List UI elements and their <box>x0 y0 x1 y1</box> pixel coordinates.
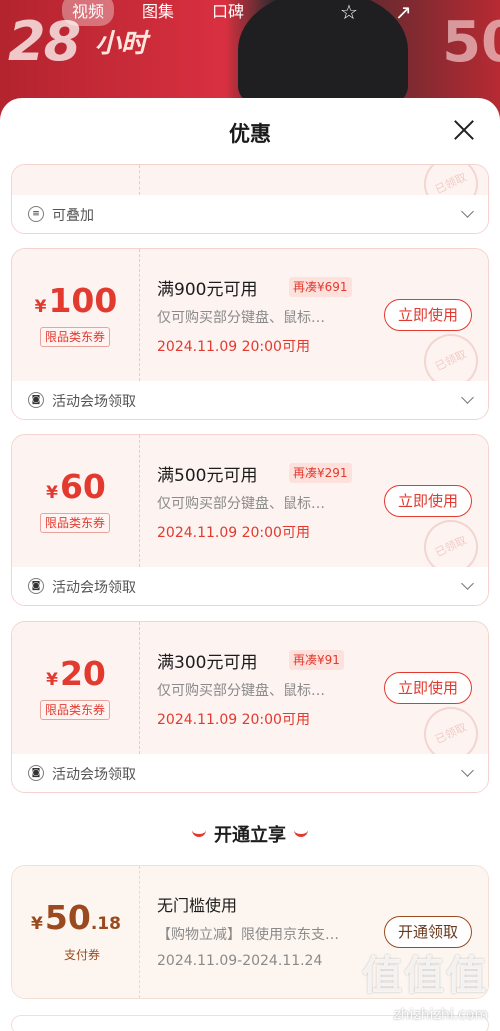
coupon-sheet: 优惠 已领取 ≡ 可叠加 ¥100 限品类东券 满900元可用 再凑¥691 仅… <box>0 98 500 1031</box>
coupon-date: 2024.11.09 20:00可用 <box>157 712 310 728</box>
smile-icon <box>192 829 206 837</box>
tab-gallery[interactable]: 图集 <box>132 0 184 26</box>
coupon-left: ¥60 限品类东券 <box>12 435 140 567</box>
tab-reviews[interactable]: 口碑 <box>202 0 254 26</box>
coupon-type-tag: 限品类东券 <box>40 327 111 347</box>
coupon-card: ¥100 限品类东券 满900元可用 再凑¥691 仅可购买部分键盘、鼠标… 2… <box>11 248 489 420</box>
coupon-condition: 无门槛使用 <box>157 896 238 915</box>
coupon-date: 2024.11.09-2024.11.24 <box>157 953 323 969</box>
coupon-footer[interactable]: ≡ 可叠加 <box>12 195 488 233</box>
coupon-footer[interactable]: ◙ 活动会场领取 <box>12 381 488 419</box>
coupon-left <box>12 165 140 195</box>
footer-text: 活动会场领取 <box>52 394 136 410</box>
section-title: 开通立享 <box>214 825 286 846</box>
promo-right-number: 50 <box>442 10 500 75</box>
stack-icon: ≡ <box>28 206 44 222</box>
venue-icon: ◙ <box>28 578 44 594</box>
coupon-description: 【购物立减】限使用京东支… <box>157 927 339 943</box>
coupon-condition: 满900元可用 <box>157 280 258 300</box>
coupon-condition: 满300元可用 <box>157 653 258 673</box>
section-heading: 开通立享 <box>0 821 500 847</box>
coupon-card-partial: 已领取 ≡ 可叠加 <box>11 164 489 234</box>
coupon-footer[interactable]: ◙ 活动会场领取 <box>12 567 488 605</box>
coupon-amount: ¥60 <box>12 467 140 506</box>
promo-subtitle: 小时 <box>95 29 148 59</box>
amount-decimal: .18 <box>90 914 121 934</box>
share-icon[interactable]: ↗ <box>395 0 423 24</box>
currency-symbol: ¥ <box>31 914 43 934</box>
use-now-button[interactable]: 立即使用 <box>384 485 472 517</box>
footer-text: 活动会场领取 <box>52 767 136 783</box>
coupon-body: 已领取 <box>12 165 488 220</box>
coupon-description: 仅可购买部分键盘、鼠标… <box>157 310 325 326</box>
coupon-body: ¥20 限品类东券 满300元可用 再凑¥91 仅可购买部分键盘、鼠标… 202… <box>12 622 488 770</box>
coupon-left: ¥20 限品类东券 <box>12 622 140 754</box>
coupon-card: ¥60 限品类东券 满500元可用 再凑¥291 仅可购买部分键盘、鼠标… 20… <box>11 434 489 606</box>
coupon-card: ¥20 限品类东券 满300元可用 再凑¥91 仅可购买部分键盘、鼠标… 202… <box>11 621 489 793</box>
footer-text: 活动会场领取 <box>52 580 136 596</box>
footer-text: 可叠加 <box>52 208 94 224</box>
currency-symbol: ¥ <box>46 483 58 503</box>
star-icon[interactable]: ☆ <box>340 0 368 24</box>
coupon-left: ¥50.18 支付券 <box>12 866 140 998</box>
amount-value: 50 <box>44 898 91 937</box>
amount-value: 60 <box>59 467 106 506</box>
coupon-type-tag: 限品类东券 <box>40 513 111 533</box>
coupon-amount: ¥50.18 <box>12 898 140 937</box>
coupon-description: 仅可购买部分键盘、鼠标… <box>157 496 325 512</box>
coupon-description: 仅可购买部分键盘、鼠标… <box>157 683 325 699</box>
currency-symbol: ¥ <box>46 670 58 690</box>
coupon-body: ¥60 限品类东券 满500元可用 再凑¥291 仅可购买部分键盘、鼠标… 20… <box>12 435 488 583</box>
product-image <box>238 0 408 110</box>
coupon-type-tag: 限品类东券 <box>40 700 111 720</box>
chevron-down-icon[interactable] <box>461 205 474 218</box>
chevron-down-icon[interactable] <box>461 391 474 404</box>
venue-icon: ◙ <box>28 392 44 408</box>
use-now-button[interactable]: 立即使用 <box>384 672 472 704</box>
amount-value: 20 <box>59 654 106 693</box>
tab-video[interactable]: 视频 <box>62 0 115 26</box>
watermark-url: zhizhizhi.com <box>393 1007 488 1023</box>
coupon-amount: ¥100 <box>12 281 140 320</box>
media-tabs: 视频 图集 口碑 <box>62 0 254 26</box>
smile-icon <box>294 829 308 837</box>
coupon-left: ¥100 限品类东券 <box>12 249 140 381</box>
coupon-date: 2024.11.09 20:00可用 <box>157 525 310 541</box>
coupon-footer[interactable]: ◙ 活动会场领取 <box>12 754 488 792</box>
watermark-logo: 值值值 <box>362 953 488 999</box>
venue-icon: ◙ <box>28 765 44 781</box>
close-icon[interactable] <box>450 116 478 144</box>
coupon-date: 2024.11.09 20:00可用 <box>157 339 310 355</box>
sheet-title: 优惠 <box>229 122 271 146</box>
chevron-down-icon[interactable] <box>461 764 474 777</box>
amount-value: 100 <box>48 281 118 320</box>
coupon-body: ¥100 限品类东券 满900元可用 再凑¥691 仅可购买部分键盘、鼠标… 2… <box>12 249 488 397</box>
coupon-amount: ¥20 <box>12 654 140 693</box>
remaining-amount-badge: 再凑¥691 <box>289 277 352 297</box>
coupon-type-tag: 支付券 <box>64 948 101 962</box>
chevron-down-icon[interactable] <box>461 577 474 590</box>
remaining-amount-badge: 再凑¥91 <box>289 650 344 670</box>
coupon-condition: 满500元可用 <box>157 466 258 486</box>
currency-symbol: ¥ <box>34 297 47 317</box>
use-now-button[interactable]: 立即使用 <box>384 299 472 331</box>
remaining-amount-badge: 再凑¥291 <box>289 463 352 483</box>
